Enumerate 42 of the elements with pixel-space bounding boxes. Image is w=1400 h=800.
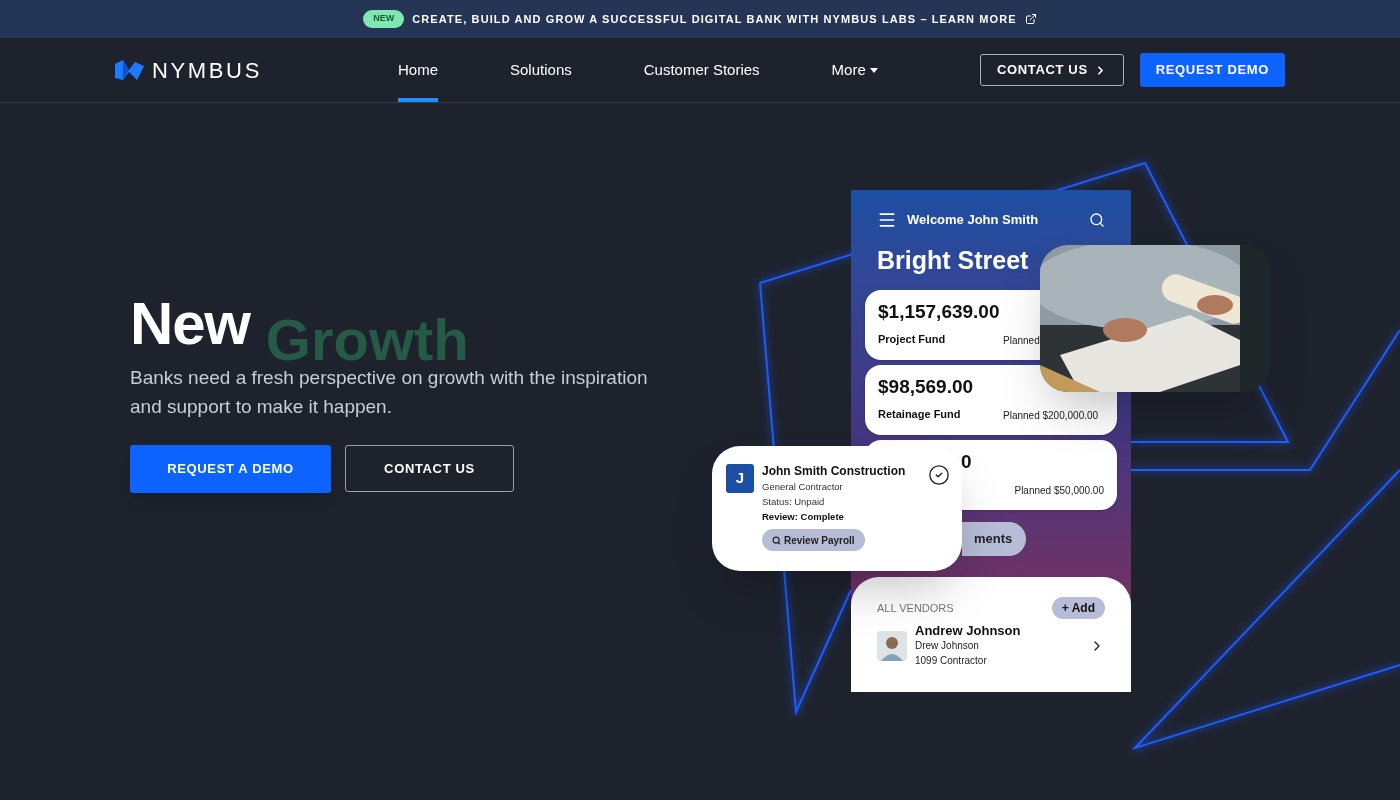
nav-link[interactable]: Home	[398, 38, 438, 102]
check-icon	[928, 464, 950, 486]
welcome-text: Welcome John Smith	[907, 211, 1040, 230]
nav-link[interactable]: Solutions	[510, 38, 572, 102]
caret-icon	[869, 67, 878, 73]
vendor-type: 1099 Contractor	[915, 654, 988, 668]
planned-amount: Planned	[1003, 333, 1040, 348]
search-icon	[772, 535, 781, 545]
contact-button[interactable]: CONTACT US	[979, 54, 1124, 86]
logo-icon	[115, 60, 144, 80]
account-heading: Bright Street	[876, 245, 1030, 276]
contractor-initial: J	[726, 464, 754, 493]
logo-wordmark: NYMBUS	[152, 56, 262, 85]
fund-name: Project Fund	[878, 332, 947, 347]
vendor-name: Andrew Johnson	[915, 623, 1022, 638]
avatar-icon	[877, 630, 907, 661]
contractor-status: Status: Unpaid	[762, 495, 826, 509]
add-button[interactable]: + Add	[1051, 597, 1105, 619]
external-link-icon[interactable]	[1024, 13, 1037, 25]
review-payroll-button[interactable]: Review Payroll	[762, 529, 865, 551]
request-demo-button[interactable]: REQUEST DEMO	[1139, 53, 1285, 87]
payments-pill[interactable]: ments	[962, 521, 1027, 556]
menu-icon[interactable]	[877, 210, 897, 230]
nav-link[interactable]: Customer Stories	[643, 38, 760, 102]
fund-name: Retainage Fund	[878, 407, 962, 422]
fund-amount: 0	[961, 451, 973, 471]
new-badge: NEW	[363, 10, 405, 28]
contractor-role: General Contractor	[762, 480, 844, 494]
planned-amount: Planned $50,000.00	[1014, 483, 1104, 498]
planned-amount: Planned $200,000.00	[1003, 408, 1099, 423]
contractor-name: John Smith Construction	[762, 464, 907, 479]
hero-title: New	[130, 291, 250, 357]
nav-link[interactable]: More	[831, 38, 878, 102]
announcement-link[interactable]: CREATE, BUILD AND GROW A SUCCESSFUL DIGITAL BANK WITH NYMBUS LABS – LEARN MORE	[412, 10, 1017, 28]
contractor-review: Review: Complete	[762, 510, 845, 524]
fund-amount: $1,157,639.00	[878, 301, 1001, 321]
vendor-nickname: Drew Johnson	[915, 639, 980, 653]
vendors-heading: ALL VENDORS	[877, 600, 954, 616]
search-icon[interactable]	[1089, 212, 1105, 228]
contact-us-button[interactable]: CONTACT US	[345, 445, 514, 492]
fund-amount: $98,569.00	[878, 376, 975, 396]
request-a-demo-button[interactable]: REQUEST A DEMO	[130, 445, 331, 493]
